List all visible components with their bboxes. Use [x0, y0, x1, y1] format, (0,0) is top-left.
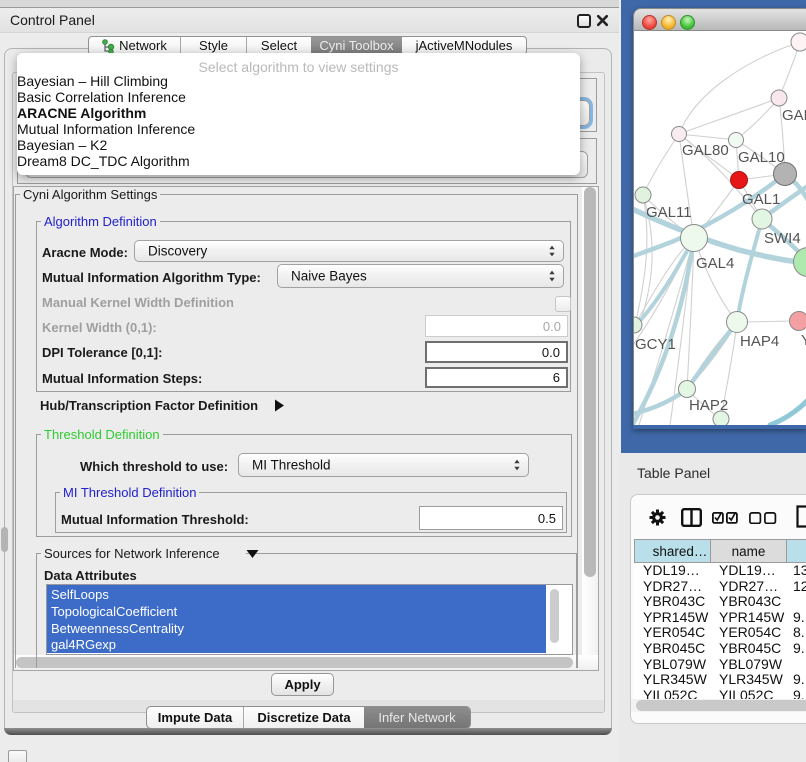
- svg-text:GAL10: GAL10: [738, 149, 785, 166]
- svg-text:GAL11: GAL11: [646, 204, 692, 221]
- svg-text:Y: Y: [801, 332, 806, 349]
- svg-text:GAL80: GAL80: [682, 142, 729, 159]
- svg-text:HAP4: HAP4: [740, 333, 779, 350]
- svg-text:HAP2: HAP2: [689, 397, 728, 414]
- svg-text:GAL4: GAL4: [696, 255, 734, 272]
- svg-text:GAL1: GAL1: [742, 191, 780, 208]
- svg-text:GCY1: GCY1: [635, 336, 676, 353]
- svg-text:GAL2: GAL2: [782, 107, 806, 124]
- svg-text:SWI4: SWI4: [764, 230, 801, 247]
